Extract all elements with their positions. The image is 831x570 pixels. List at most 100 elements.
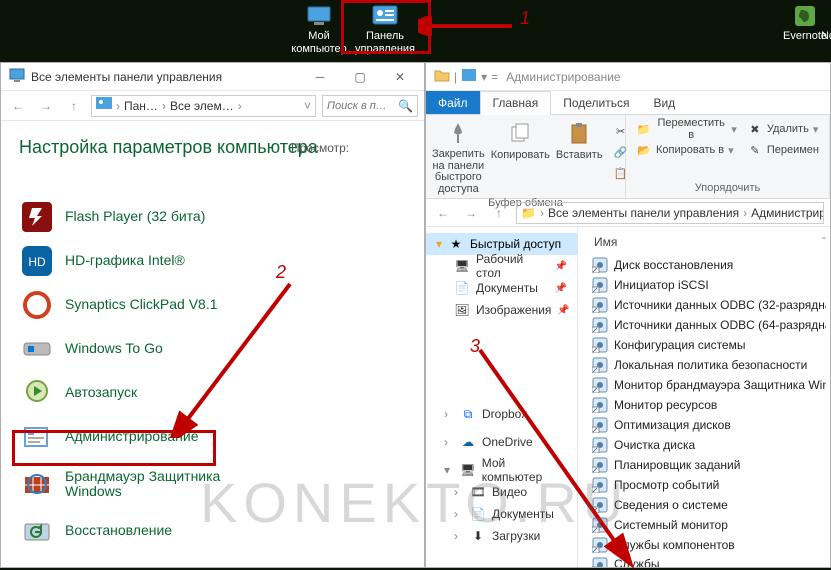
cp-item-firewall[interactable]: Брандмауэр Защитника Windows [19,460,406,508]
ribbon-label: Переимен [767,144,819,156]
nav-up-button[interactable]: ↑ [63,95,85,117]
nav-pictures[interactable]: 🖼Изображения📌 [426,299,577,321]
list-item[interactable]: Планировщик заданий [588,455,826,475]
column-header-name[interactable]: Имяˆ [588,235,826,255]
crumb-segment[interactable]: Администрирование [751,206,824,220]
quick-access-separator: | [454,70,457,84]
shortcut-icon [592,317,608,333]
explorer-address-bar: ← → ↑ 📁 › Все элементы панели управления… [426,199,830,227]
list-item[interactable]: Очистка диска [588,435,826,455]
pin-icon: 📌 [557,305,569,316]
list-item[interactable]: Сведения о системе [588,495,826,515]
search-input[interactable]: 🔍 [322,95,418,117]
list-item-label: Системный монитор [614,518,728,532]
shortcut-icon [592,297,608,313]
documents-icon: 📄 [470,506,486,522]
rename-button[interactable]: ✎Переимен [743,140,823,160]
cp-item-flash[interactable]: Flash Player (32 бита) [19,196,406,238]
paste-button[interactable]: Вставить [556,119,603,195]
list-item-label: Службы [614,557,659,568]
list-item-label: Оптимизация дисков [614,418,731,432]
cp-item-synaptics[interactable]: Synaptics ClickPad V8.1 [19,284,406,326]
list-item-label: Службы компонентов [614,538,735,552]
tab-home[interactable]: Главная [480,91,552,115]
cp-item-autoplay[interactable]: Автозапуск [19,372,406,414]
list-item[interactable]: Монитор брандмауэра Защитника Win… [588,375,826,395]
nav-documents[interactable]: 📄Документы📌 [426,277,577,299]
paste-icon [565,119,593,147]
cp-item-label: Synaptics ClickPad V8.1 [65,297,218,312]
list-item[interactable]: Оптимизация дисков [588,415,826,435]
file-list[interactable]: Имяˆ Диск восстановленияИнициатор iSCSI И… [578,227,830,567]
tab-share[interactable]: Поделиться [551,91,641,114]
chevron-down-icon[interactable]: ˅ [304,99,311,113]
nav-videos[interactable]: ›🎞Видео [426,481,577,503]
list-item[interactable]: Просмотр событий [588,475,826,495]
shortcut-icon [592,257,608,273]
list-item[interactable]: Диск восстановления [588,255,826,275]
app-icon [9,67,25,86]
list-item[interactable]: Службы компонентов [588,535,826,555]
breadcrumb[interactable]: 📁 › Все элементы панели управления › Адм… [516,202,824,224]
nav-onedrive[interactable]: ›☁OneDrive [426,431,577,453]
cp-item-admin-tools[interactable]: Администрирование [19,416,406,458]
control-panel-window: Все элементы панели управления ─ ▢ ✕ ← →… [0,62,425,568]
star-icon: ★ [448,236,464,252]
tab-view[interactable]: Вид [641,91,687,114]
list-item-label: Планировщик заданий [614,458,740,472]
list-item[interactable]: Службы [588,555,826,567]
list-item[interactable]: Источники данных ODBC (64-разрядна… [588,315,826,335]
cp-item-wtg[interactable]: Windows To Go [19,328,406,370]
list-item-label: Источники данных ODBC (32-разрядна… [614,298,826,312]
shortcut-icon [592,517,608,533]
list-item[interactable]: Конфигурация системы [588,335,826,355]
nav-label: Видео [492,485,527,499]
delete-button[interactable]: ✖Удалить▾ [743,119,823,139]
shortcut-icon [592,457,608,473]
cp-item-recovery[interactable]: Восстановление [19,510,406,552]
ribbon-label: Закрепить на панели быстрого доступа [432,149,485,195]
nav-back-button[interactable]: ← [7,95,29,117]
move-to-button[interactable]: 📁Переместить в▾ [632,119,741,139]
nav-forward-button[interactable]: → [35,95,57,117]
list-item[interactable]: Локальная политика безопасности [588,355,826,375]
list-item[interactable]: Монитор ресурсов [588,395,826,415]
list-item-label: Очистка диска [614,438,695,452]
list-item[interactable]: Источники данных ODBC (32-разрядна… [588,295,826,315]
search-field[interactable] [327,100,398,112]
desktop-icon-truncated[interactable]: No [818,4,831,43]
nav-up-button[interactable]: ↑ [488,202,510,224]
list-item[interactable]: Системный монитор [588,515,826,535]
chevron-down-icon[interactable]: ▾ [436,237,442,251]
nav-downloads[interactable]: ›⬇Загрузки [426,525,577,547]
cp-item-intel[interactable]: HD HD-графика Intel® [19,240,406,282]
view-mode-label[interactable]: Просмотр: [291,141,349,155]
nav-documents-2[interactable]: ›📄Документы [426,503,577,525]
crumb-segment[interactable]: Все элем… [170,99,234,113]
shortcut-icon [592,557,608,567]
list-item-label: Просмотр событий [614,478,719,492]
copy-button[interactable]: Копировать [491,119,550,195]
control-panel-body: Настройка параметров компьютера Просмотр… [1,121,424,567]
crumb-segment[interactable]: Пан… [124,99,158,113]
nav-desktop[interactable]: 🖥Рабочий стол📌 [426,255,577,277]
breadcrumb[interactable]: › Пан… › Все элем… › ˅ [91,95,316,117]
maximize-button[interactable]: ▢ [340,63,380,91]
copy-to-button[interactable]: 📂Копировать в▾ [632,140,741,160]
nav-label: Загрузки [492,529,540,543]
desktop-icon-my-computer[interactable]: Мой компьютер [282,4,356,56]
tab-file[interactable]: Файл [426,91,480,114]
pin-quick-access-button[interactable]: Закрепить на панели быстрого доступа [432,119,485,195]
nav-my-pc[interactable]: ▾🖥Мой компьютер [426,459,577,481]
list-item[interactable]: Инициатор iSCSI [588,275,826,295]
nav-tree[interactable]: ▾ ★ Быстрый доступ 🖥Рабочий стол📌 📄Докум… [426,227,578,567]
desktop-icon-control-panel[interactable]: Панель управления [348,4,422,56]
nav-forward-button[interactable]: → [460,202,482,224]
titlebar: Все элементы панели управления ─ ▢ ✕ [1,63,424,91]
minimize-button[interactable]: ─ [300,63,340,91]
close-button[interactable]: ✕ [380,63,420,91]
crumb-segment[interactable]: Все элементы панели управления [548,206,739,220]
nav-back-button[interactable]: ← [432,202,454,224]
nav-dropbox[interactable]: ›⧉Dropbox [426,403,577,425]
ribbon-label: Копировать [491,149,550,161]
